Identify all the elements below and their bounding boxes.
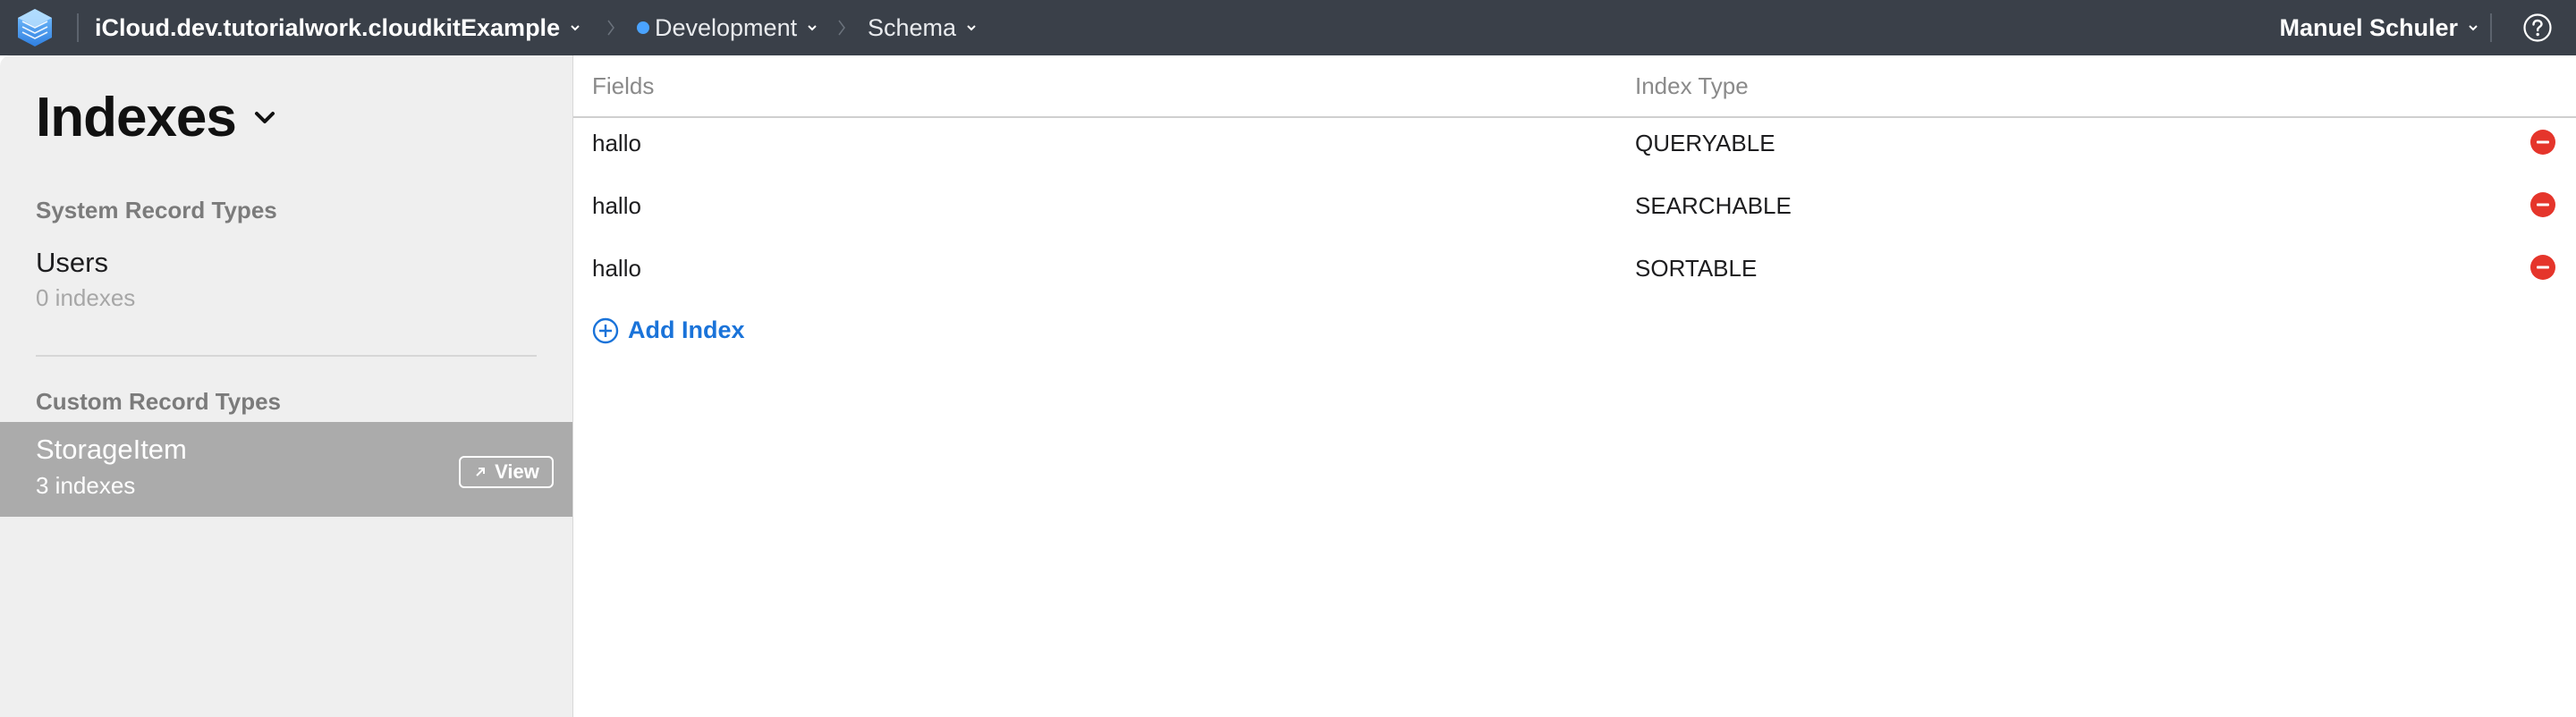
record-type-index-count: 3 indexes	[36, 472, 136, 499]
container-selector[interactable]: iCloud.dev.tutorialwork.cloudkitExample	[95, 0, 581, 55]
table-row: hallo QUERYABLE	[573, 111, 2576, 173]
field-name-cell[interactable]: hallo	[592, 255, 641, 283]
index-type-cell[interactable]: QUERYABLE	[1635, 130, 1775, 157]
cloudkit-logo-icon[interactable]	[14, 7, 55, 48]
record-type-name: StorageItem	[36, 434, 187, 465]
user-menu[interactable]: Manuel Schuler	[2279, 0, 2479, 55]
field-name-cell[interactable]: hallo	[592, 192, 641, 220]
index-type-cell[interactable]: SORTABLE	[1635, 255, 1757, 283]
add-index-label: Add Index	[628, 316, 745, 343]
record-type-index-count: 0 indexes	[36, 284, 136, 311]
sidebar: Indexes System Record Types Users 0 inde…	[0, 55, 573, 717]
container-name: iCloud.dev.tutorialwork.cloudkitExample	[95, 13, 561, 41]
chevron-down-icon	[2469, 25, 2478, 31]
chevron-down-icon	[571, 25, 580, 31]
chevron-down-icon	[808, 25, 817, 31]
help-icon[interactable]	[2522, 13, 2553, 43]
column-header-index-type[interactable]: Index Type	[1635, 72, 1749, 100]
breadcrumb-separator-icon	[838, 20, 845, 36]
page-title: Indexes	[36, 87, 237, 148]
remove-icon[interactable]	[2529, 129, 2556, 156]
index-type-cell[interactable]: SEARCHABLE	[1635, 192, 1792, 220]
column-header-fields[interactable]: Fields	[592, 72, 654, 100]
chevron-down-icon	[254, 111, 275, 123]
indexes-table: Fields Index Type hallo QUERYABLE hallo …	[573, 55, 2576, 717]
arrow-up-right-icon	[476, 468, 486, 477]
table-row: hallo SEARCHABLE	[573, 173, 2576, 236]
view-selector[interactable]: Indexes	[36, 86, 277, 149]
remove-icon[interactable]	[2529, 254, 2556, 281]
field-name-cell[interactable]: hallo	[592, 130, 641, 157]
table-row: hallo SORTABLE	[573, 236, 2576, 299]
breadcrumb-separator-icon	[607, 20, 614, 36]
system-record-types-heading: System Record Types	[36, 197, 277, 224]
sidebar-divider	[36, 355, 537, 357]
topbar-divider	[2490, 13, 2492, 42]
chevron-down-icon	[967, 25, 976, 31]
section-name: Schema	[868, 13, 957, 41]
user-name: Manuel Schuler	[2279, 13, 2458, 41]
add-index-button[interactable]: Add Index	[592, 316, 745, 344]
custom-record-types-heading: Custom Record Types	[36, 388, 282, 415]
remove-icon[interactable]	[2529, 191, 2556, 218]
top-bar: iCloud.dev.tutorialwork.cloudkitExample …	[0, 0, 2576, 55]
record-type-name: Users	[36, 247, 108, 278]
section-selector[interactable]: Schema	[868, 0, 978, 55]
environment-status-dot	[637, 21, 649, 34]
view-button-label: View	[495, 460, 539, 483]
environment-selector[interactable]: Development	[637, 0, 818, 55]
environment-name: Development	[655, 13, 798, 41]
view-button[interactable]: View	[459, 456, 554, 488]
plus-circle-icon	[592, 317, 619, 343]
record-type-storageitem[interactable]: StorageItem 3 indexes View	[0, 422, 572, 517]
topbar-divider	[77, 13, 79, 42]
